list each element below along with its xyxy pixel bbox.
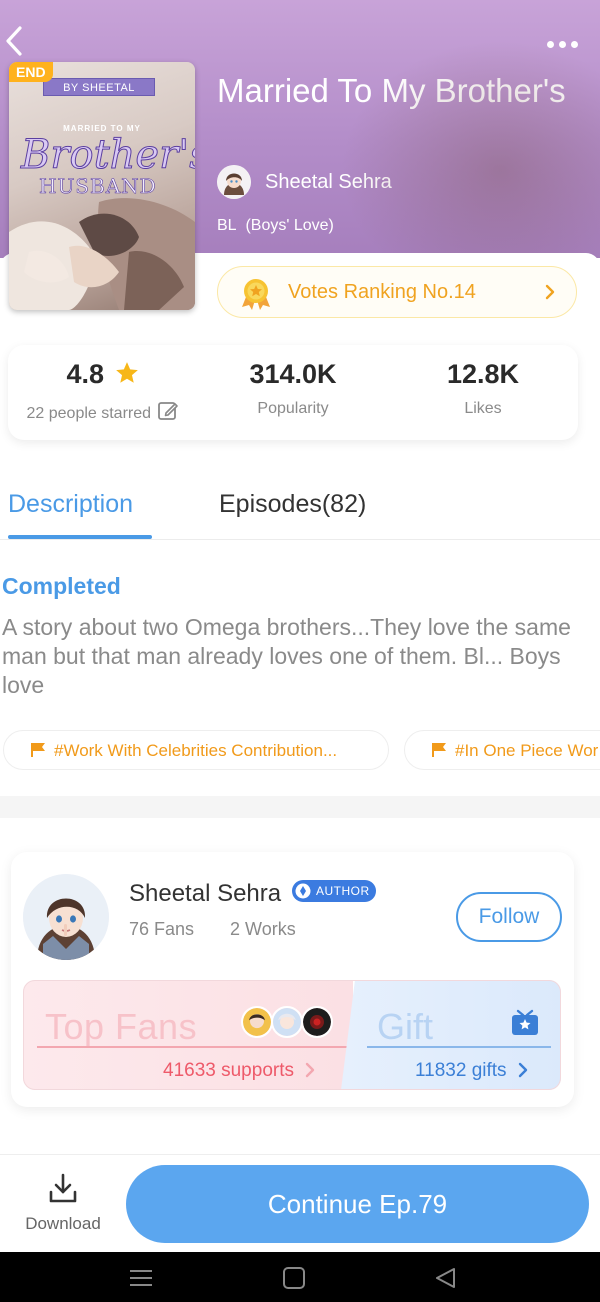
author-card-name[interactable]: Sheetal Sehra (129, 880, 281, 908)
gift-divider (367, 1046, 551, 1048)
tab-episodes[interactable]: Episodes(82) (219, 490, 366, 519)
back-icon (6, 26, 22, 56)
votes-ranking-button[interactable]: Votes Ranking No.14 (217, 266, 577, 318)
top-fans-divider (37, 1046, 351, 1048)
stats-card: 4.8 22 people starred 314.0K Popularity … (8, 345, 578, 440)
tag-label: #In One Piece Wor (455, 741, 599, 760)
rating-count-label: 22 people starred (26, 405, 152, 422)
more-options-button[interactable] (542, 32, 582, 56)
chevron-right-icon (518, 1062, 528, 1078)
chevron-right-icon (545, 284, 555, 300)
home-icon[interactable] (281, 1266, 307, 1290)
section-divider (0, 796, 600, 818)
gift-icon (512, 1009, 538, 1035)
edit-icon[interactable] (157, 400, 179, 422)
flag-icon (31, 743, 45, 757)
genre-label: BL (Boys' Love) (217, 217, 334, 234)
popularity-label: Popularity (257, 400, 329, 417)
popularity-value: 314.0K (249, 359, 337, 389)
author-card: Sheetal Sehra AUTHOR 76 Fans 2 Works Foll… (11, 852, 574, 1107)
cover-byline: BY SHEETAL (43, 78, 155, 96)
author-badge-icon (295, 883, 311, 899)
menu-icon[interactable] (128, 1266, 154, 1290)
supports-count: 41633 supports (163, 1060, 294, 1081)
flag-icon (432, 743, 446, 757)
fan-avatar (301, 1006, 333, 1038)
download-label: Download (25, 1214, 101, 1233)
author-avatar-small (217, 165, 251, 199)
rating-stat: 4.8 22 people starred (8, 345, 198, 440)
follow-button[interactable]: Follow (456, 892, 562, 942)
author-link[interactable]: Sheetal Sehra (217, 165, 392, 199)
fan-avatar (271, 1006, 303, 1038)
fan-avatar (241, 1006, 273, 1038)
author-meta: 76 Fans 2 Works (129, 919, 296, 940)
end-badge: END (9, 62, 53, 82)
chevron-right-icon (306, 1062, 315, 1078)
likes-stat: 12.8K Likes (388, 345, 578, 440)
tag-chip[interactable]: #In One Piece Wor (404, 730, 600, 770)
tag-label: #Work With Celebrities Contribution... (54, 741, 338, 760)
download-icon (49, 1173, 77, 1203)
tag-chip[interactable]: #Work With Celebrities Contribution... (3, 730, 389, 770)
author-badge-label: AUTHOR (316, 884, 370, 898)
tab-description[interactable]: Description (8, 490, 133, 519)
tab-bar: Description Episodes(82) (0, 480, 600, 540)
author-badge: AUTHOR (292, 880, 376, 902)
top-fans-avatars (241, 1006, 337, 1040)
star-icon (115, 362, 138, 383)
back-button[interactable] (2, 24, 30, 58)
popularity-stat: 314.0K Popularity (198, 345, 388, 440)
book-title: Married To My Brother's (217, 72, 566, 109)
back-triangle-icon[interactable] (433, 1266, 459, 1290)
description-text: A story about two Omega brothers...They … (2, 614, 571, 698)
cover-script-title: Brother's (21, 132, 195, 179)
gifts-count: 11832 gifts (415, 1060, 507, 1081)
author-name: Sheetal Sehra (265, 170, 392, 193)
gift-title: Gift (377, 1006, 434, 1047)
gift-panel[interactable]: Gift 11832 gifts (341, 980, 561, 1090)
book-cover[interactable]: END BY SHEETAL MARRIED TO MY Brother's H… (9, 62, 195, 310)
top-fans-title: Top Fans (45, 1006, 198, 1047)
download-button[interactable]: Download (18, 1170, 108, 1240)
continue-reading-button[interactable]: Continue Ep.79 (126, 1165, 589, 1243)
rating-value: 4.8 (66, 359, 105, 389)
completion-status: Completed (2, 573, 121, 599)
cover-illustration (9, 198, 195, 310)
system-navigation-bar (0, 1252, 600, 1302)
works-count: 2 Works (230, 919, 296, 939)
likes-label: Likes (464, 400, 502, 417)
votes-ranking-label: Votes Ranking No.14 (288, 281, 476, 303)
avatar[interactable] (23, 874, 109, 960)
more-icon (546, 40, 554, 48)
likes-value: 12.8K (446, 359, 520, 389)
fans-count: 76 Fans (129, 919, 195, 939)
active-tab-indicator (8, 535, 152, 539)
top-fans-panel[interactable]: Top Fans 41633 supports (23, 980, 353, 1090)
medal-icon (242, 279, 270, 310)
